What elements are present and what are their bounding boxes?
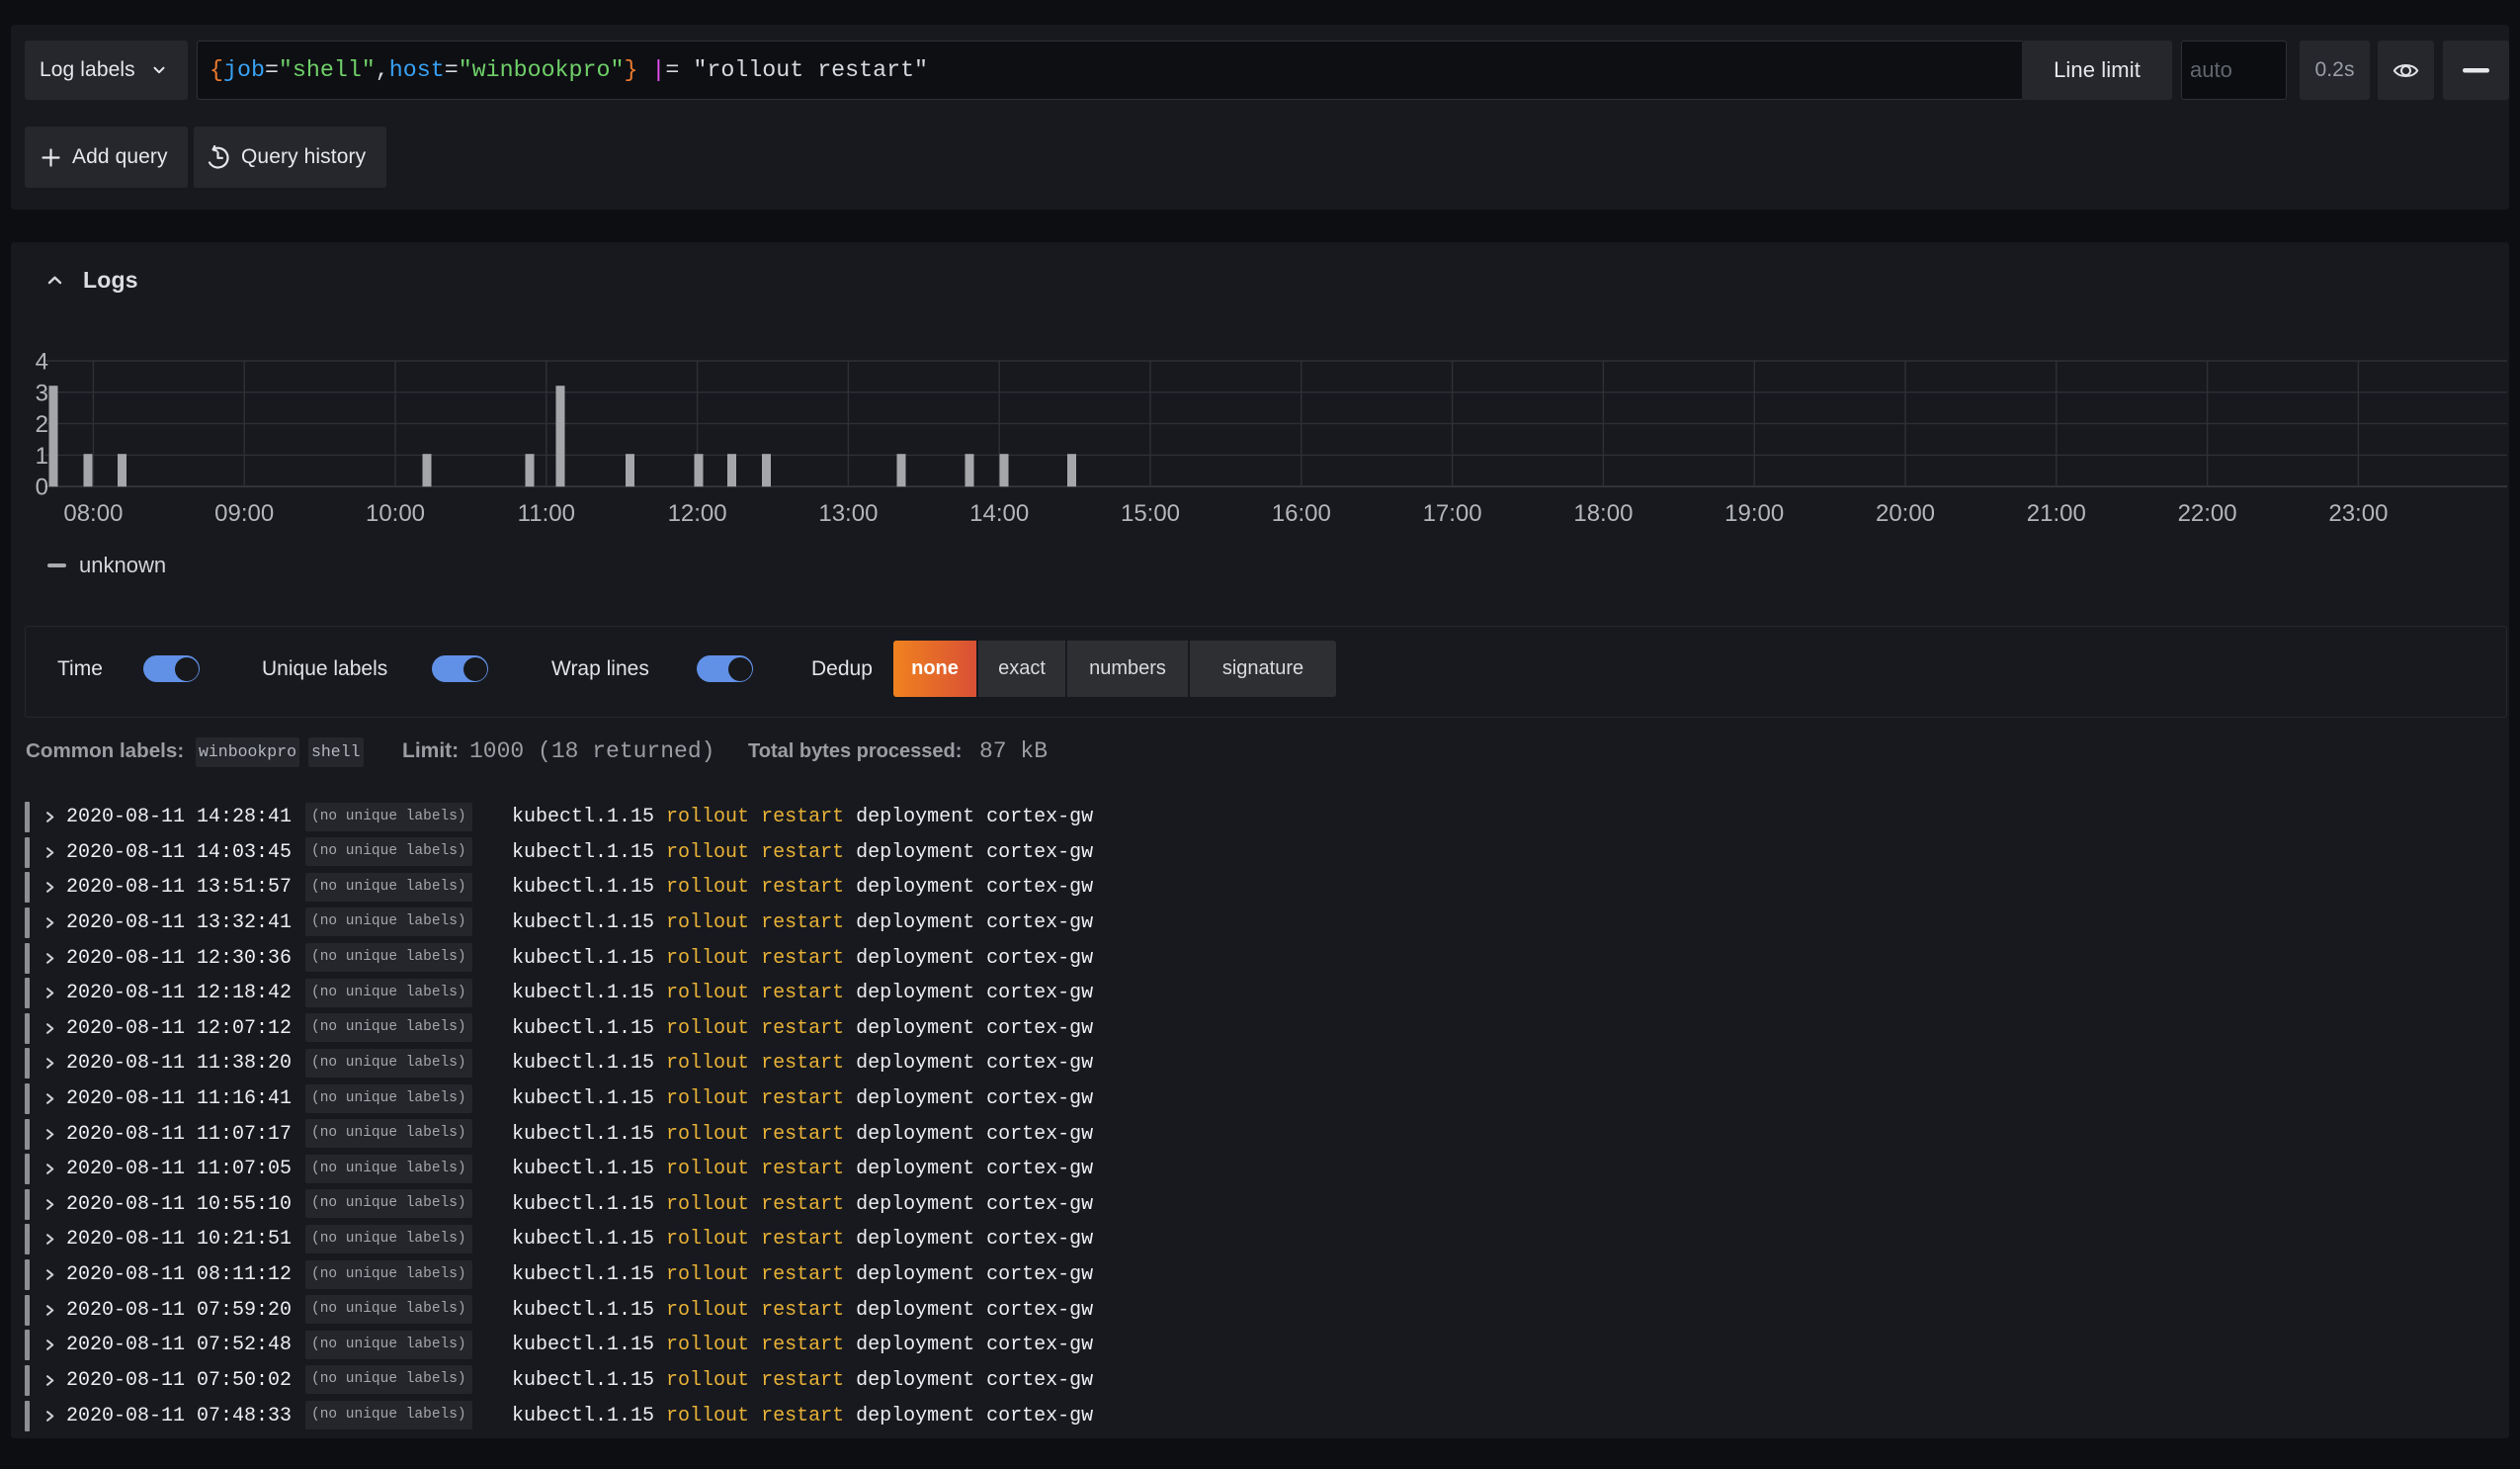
svg-text:18:00: 18:00 (1573, 500, 1633, 527)
svg-text:12:00: 12:00 (668, 500, 727, 527)
svg-text:2: 2 (36, 411, 48, 438)
svg-text:10:00: 10:00 (366, 500, 425, 527)
svg-text:22:00: 22:00 (2178, 500, 2237, 527)
svg-text:19:00: 19:00 (1724, 500, 1784, 527)
svg-text:09:00: 09:00 (214, 500, 274, 527)
svg-text:23:00: 23:00 (2328, 500, 2388, 527)
svg-text:21:00: 21:00 (2027, 500, 2086, 527)
svg-text:1: 1 (36, 443, 48, 470)
svg-text:16:00: 16:00 (1272, 500, 1331, 527)
svg-text:17:00: 17:00 (1423, 500, 1482, 527)
svg-text:3: 3 (36, 380, 48, 406)
svg-text:15:00: 15:00 (1121, 500, 1180, 527)
svg-text:11:00: 11:00 (518, 500, 575, 527)
svg-text:14:00: 14:00 (969, 500, 1029, 527)
svg-text:13:00: 13:00 (818, 500, 878, 527)
svg-text:0: 0 (36, 475, 48, 501)
svg-text:4: 4 (36, 349, 48, 376)
svg-text:20:00: 20:00 (1876, 500, 1935, 527)
svg-text:08:00: 08:00 (63, 500, 123, 527)
